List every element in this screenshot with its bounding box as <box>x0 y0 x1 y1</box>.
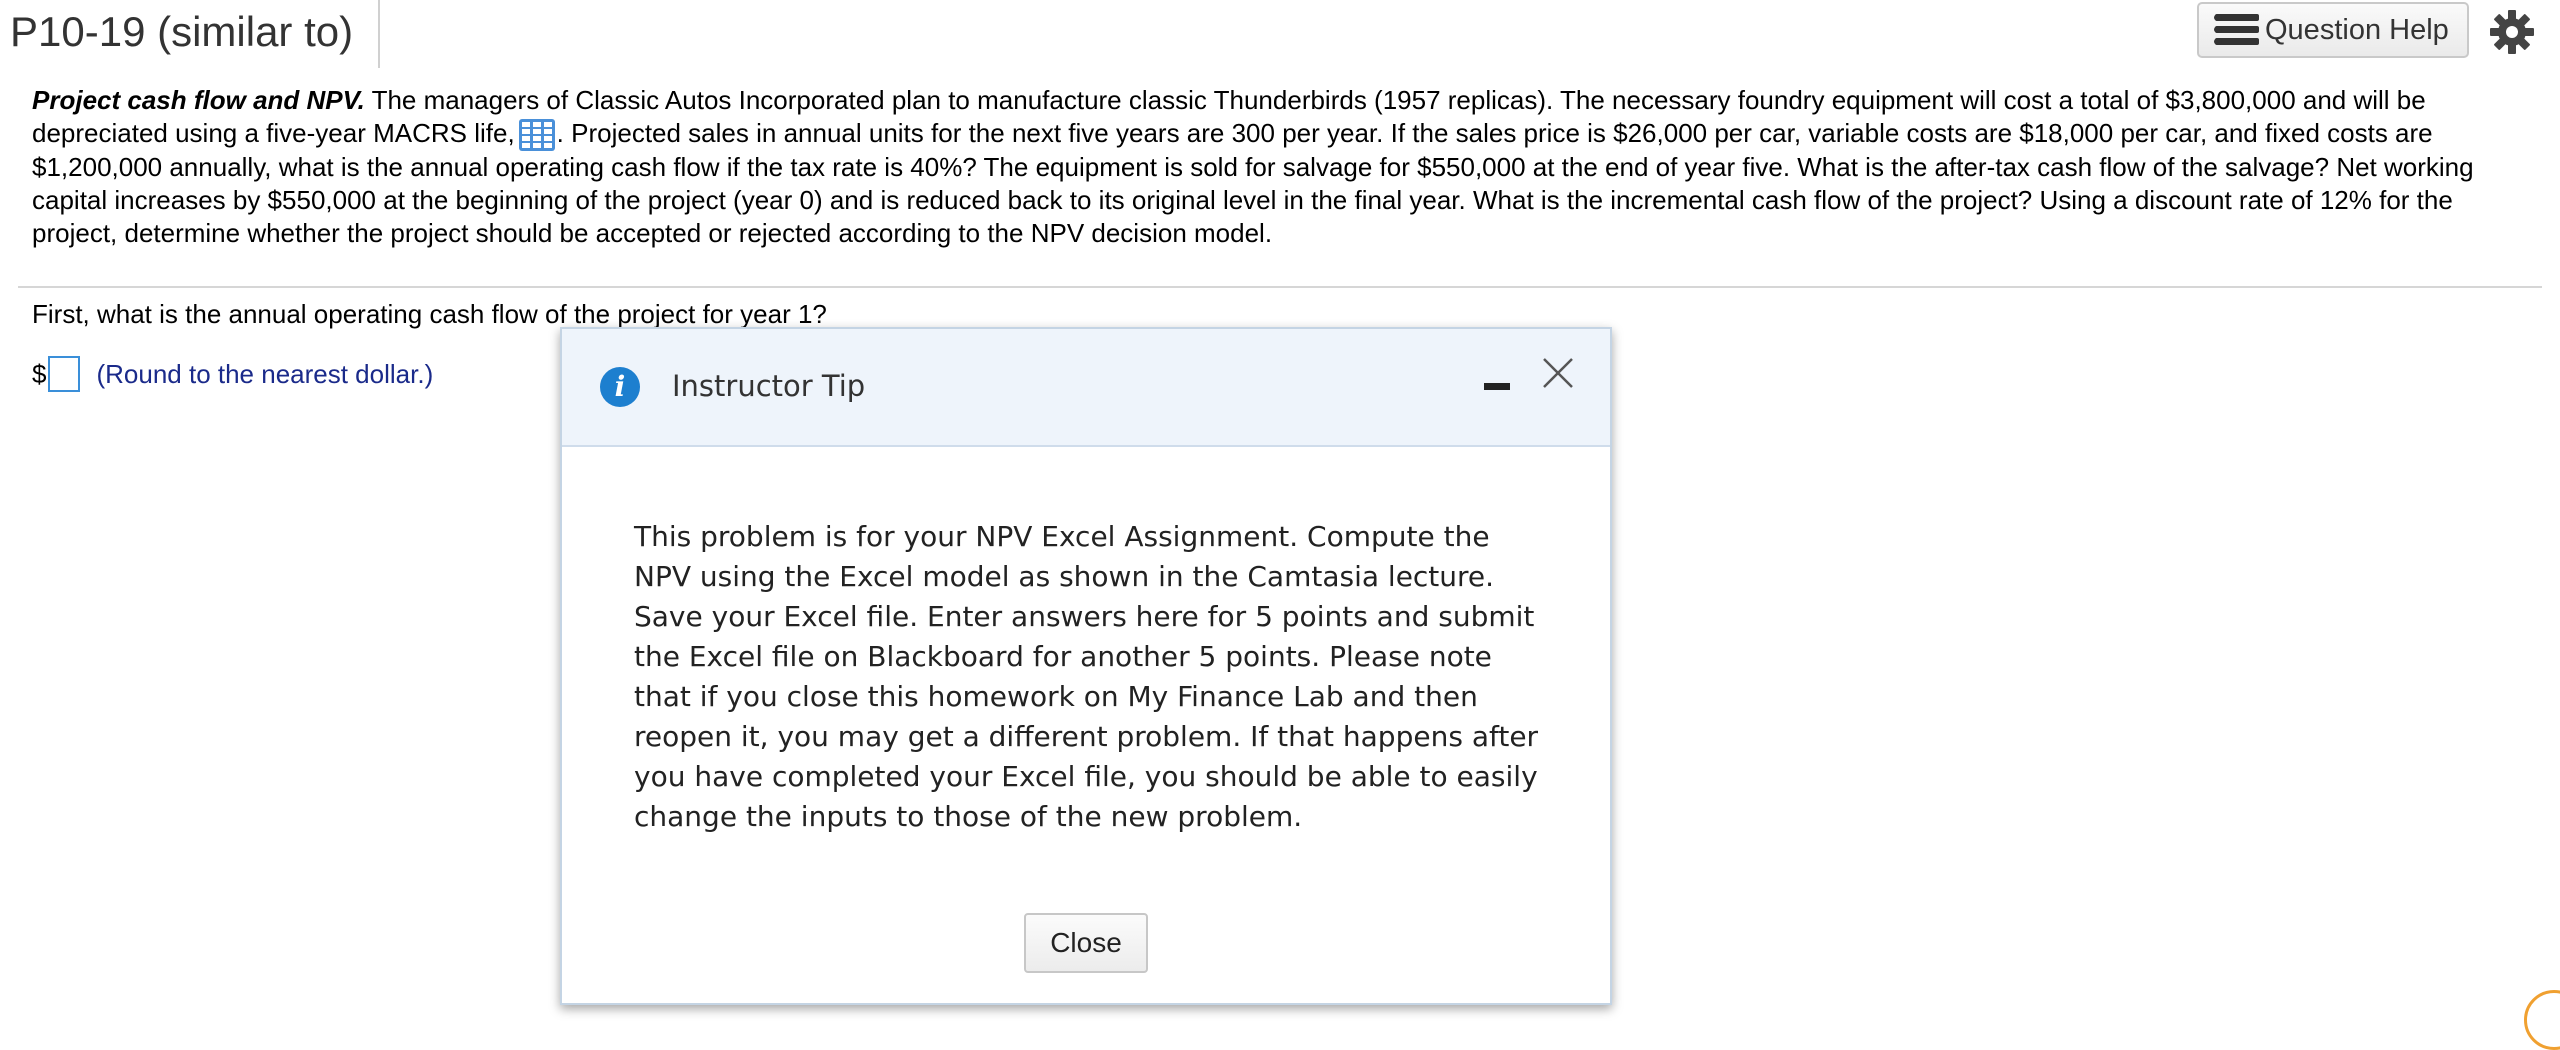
instructor-tip-dialog: i Instructor Tip This problem is for you… <box>560 327 1612 1005</box>
section-divider <box>18 286 2542 288</box>
round-hint: (Round to the nearest dollar.) <box>96 358 434 389</box>
info-icon: i <box>600 367 640 407</box>
question-help-label: Question Help <box>2265 13 2449 46</box>
gear-icon[interactable] <box>2488 8 2536 56</box>
close-icon[interactable] <box>1538 353 1578 393</box>
answer-input[interactable] <box>48 356 81 392</box>
dialog-title: Instructor Tip <box>672 369 866 403</box>
dialog-header: i Instructor Tip <box>562 329 1610 447</box>
currency-symbol: $ <box>32 358 47 389</box>
problem-lead: Project cash flow and NPV. <box>32 85 365 115</box>
corner-badge <box>2524 990 2560 1050</box>
minimize-icon[interactable] <box>1484 381 1512 391</box>
close-button[interactable]: Close <box>1024 913 1148 973</box>
table-grid-icon[interactable] <box>518 119 555 152</box>
title-divider <box>378 0 380 68</box>
answer-row: $ (Round to the nearest dollar.) <box>32 356 433 392</box>
page-title: P10-19 (similar to) <box>10 8 354 55</box>
list-icon <box>2214 14 2259 46</box>
dialog-body-text: This problem is for your NPV Excel Assig… <box>634 520 1539 833</box>
header: P10-19 (similar to) Question Help <box>0 0 2560 68</box>
question-help-button[interactable]: Question Help <box>2197 2 2469 58</box>
problem-statement: Project cash flow and NPV. The managers … <box>32 84 2532 250</box>
